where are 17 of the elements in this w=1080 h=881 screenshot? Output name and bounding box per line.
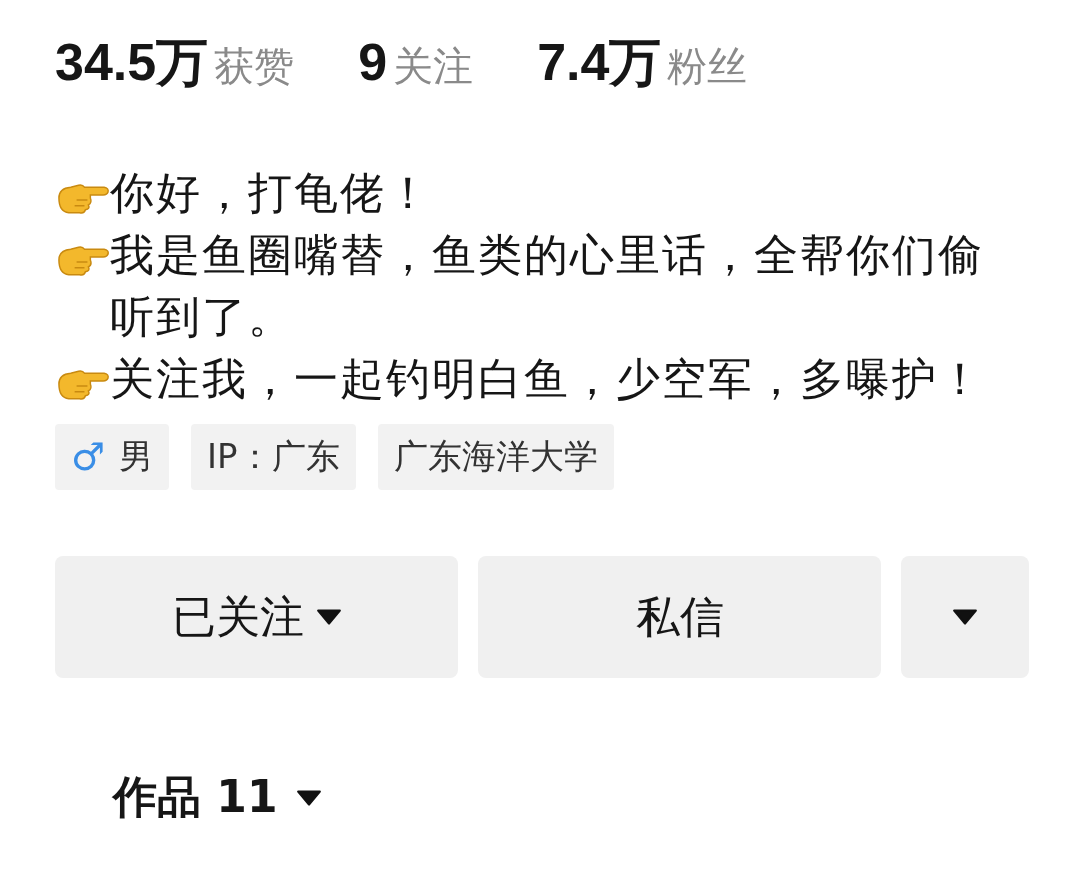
dropdown-button[interactable] <box>901 556 1029 678</box>
works-tab[interactable]: 作品 11 <box>113 768 322 827</box>
tag-text: IP：广东 <box>207 435 340 478</box>
tag-text: 男 <box>119 435 154 478</box>
stat-count: 34.5万 <box>55 32 209 93</box>
action-button[interactable]: 已关注 <box>55 556 458 678</box>
action-button[interactable]: 私信 <box>478 556 881 678</box>
stat-caption: 获赞 <box>214 42 295 91</box>
bio-text: 你好，打龟佬！ <box>110 166 433 220</box>
stat-count: 9 <box>358 32 388 92</box>
male-symbol: ♂ <box>71 435 106 479</box>
stat-caption: 关注 <box>393 42 474 91</box>
stat-count: 7.4万 <box>537 32 662 93</box>
stat-caption: 粉丝 <box>667 42 748 91</box>
bio-text: 我是鱼圈嘴替，鱼类的心里话，全帮你们偷听到了。 <box>110 228 985 344</box>
tag-text: 广东海洋大学 <box>393 435 598 478</box>
bio-text: 关注我，一起钓明白鱼，少空军，多曝护！ <box>110 352 985 406</box>
